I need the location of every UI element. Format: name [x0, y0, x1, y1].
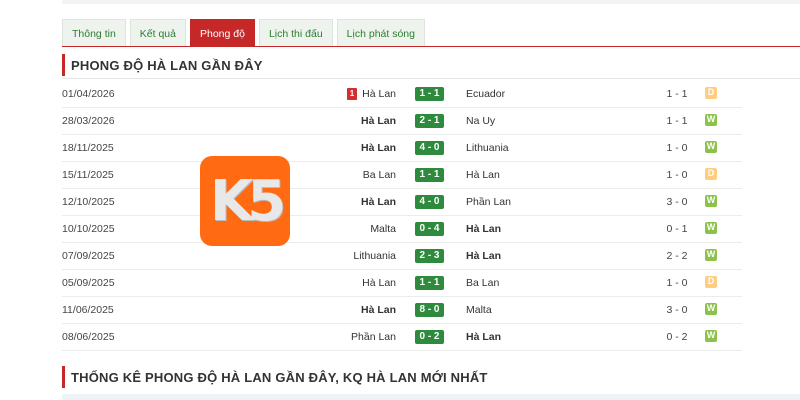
home-team[interactable]: Hà Lan [361, 297, 396, 323]
bottom-table-header [62, 394, 800, 400]
match-row[interactable]: 12/10/2025 Hà Lan 4 - 0 Phần Lan 3 - 0 W [62, 189, 742, 216]
k5-logo: K5 [200, 156, 290, 246]
home-team[interactable]: Hà Lan [362, 270, 396, 296]
match-date: 28/03/2026 [62, 115, 115, 127]
result-badge: W [705, 303, 717, 315]
half-time-score: 3 - 0 [666, 304, 688, 316]
score-badge[interactable]: 8 - 0 [415, 303, 444, 317]
away-team[interactable]: Phần Lan [466, 189, 511, 215]
match-date: 18/11/2025 [62, 142, 114, 154]
match-list: 01/04/2026 1 Hà Lan 1 - 1 Ecuador 1 - 1 D 28/03… [62, 81, 742, 351]
section-title-recent-form: PHONG ĐỘ HÀ LAN GẦN ĐÂY [62, 54, 263, 76]
tab-fixtures[interactable]: Lịch thi đấu [258, 19, 333, 47]
half-time-score: 3 - 0 [666, 196, 688, 208]
top-bar [62, 0, 800, 4]
section-title-statistics: THỐNG KÊ PHONG ĐỘ HÀ LAN GẦN ĐÂY, KQ HÀ … [62, 366, 488, 388]
match-date: 10/10/2025 [62, 223, 115, 235]
match-row[interactable]: 15/11/2025 Ba Lan 1 - 1 Hà Lan 1 - 0 D [62, 162, 742, 189]
score-badge[interactable]: 1 - 1 [415, 276, 444, 290]
match-row[interactable]: 10/10/2025 Malta 0 - 4 Hà Lan 0 - 1 W [62, 216, 742, 243]
home-team[interactable]: Lithuania [353, 243, 396, 269]
away-team[interactable]: Hà Lan [466, 162, 500, 188]
home-team[interactable]: Hà Lan [361, 135, 396, 161]
half-time-score: 1 - 0 [666, 169, 688, 181]
score-badge[interactable]: 2 - 3 [415, 249, 444, 263]
result-badge: W [705, 141, 717, 153]
result-badge: W [705, 114, 717, 126]
home-team[interactable]: Phần Lan [351, 324, 396, 350]
match-date: 01/04/2026 [62, 88, 115, 100]
half-time-score: 1 - 1 [666, 115, 688, 127]
logo-text: K5 [209, 168, 286, 234]
tab-broadcast[interactable]: Lịch phát sóng [336, 19, 425, 47]
home-team[interactable]: Ba Lan [363, 162, 396, 188]
tab-info[interactable]: Thông tin [62, 19, 126, 47]
result-badge: D [705, 87, 717, 99]
score-badge[interactable]: 1 - 1 [415, 87, 444, 101]
away-team[interactable]: Hà Lan [466, 243, 501, 269]
match-date: 08/06/2025 [62, 331, 115, 343]
home-team[interactable]: Hà Lan [361, 108, 396, 134]
match-row[interactable]: 05/09/2025 Hà Lan 1 - 1 Ba Lan 1 - 0 D [62, 270, 742, 297]
score-badge[interactable]: 4 - 0 [415, 141, 444, 155]
match-row[interactable]: 28/03/2026 Hà Lan 2 - 1 Na Uy 1 - 1 W [62, 108, 742, 135]
away-team[interactable]: Hà Lan [466, 216, 501, 242]
tab-bar: Thông tin Kết quả Phong độ Lịch thi đấu … [62, 19, 425, 47]
away-team[interactable]: Ba Lan [466, 270, 499, 296]
result-badge: W [705, 249, 717, 261]
away-team[interactable]: Na Uy [466, 108, 495, 134]
red-card-icon: 1 [347, 88, 357, 100]
match-date: 11/06/2025 [62, 304, 114, 316]
result-badge: D [705, 168, 717, 180]
half-time-score: 2 - 2 [666, 250, 688, 262]
match-row[interactable]: 08/06/2025 Phần Lan 0 - 2 Hà Lan 0 - 2 W [62, 324, 742, 351]
tab-results[interactable]: Kết quả [129, 19, 186, 47]
tab-form[interactable]: Phong độ [189, 19, 255, 47]
match-row[interactable]: 01/04/2026 1 Hà Lan 1 - 1 Ecuador 1 - 1 D [62, 81, 742, 108]
score-badge[interactable]: 0 - 4 [415, 222, 444, 236]
result-badge: W [705, 222, 717, 234]
away-team[interactable]: Hà Lan [466, 324, 501, 350]
score-badge[interactable]: 1 - 1 [415, 168, 444, 182]
match-row[interactable]: 18/11/2025 Hà Lan 4 - 0 Lithuania 1 - 0 W [62, 135, 742, 162]
match-date: 05/09/2025 [62, 277, 115, 289]
away-team[interactable]: Ecuador [466, 81, 505, 107]
half-time-score: 0 - 2 [666, 331, 688, 343]
result-badge: W [705, 195, 717, 207]
half-time-score: 1 - 0 [666, 277, 688, 289]
result-badge: W [705, 330, 717, 342]
score-badge[interactable]: 4 - 0 [415, 195, 444, 209]
half-time-score: 1 - 0 [666, 142, 688, 154]
match-date: 12/10/2025 [62, 196, 115, 208]
away-team[interactable]: Lithuania [466, 135, 509, 161]
score-badge[interactable]: 2 - 1 [415, 114, 444, 128]
home-team[interactable]: Malta [370, 216, 396, 242]
match-date: 15/11/2025 [62, 169, 114, 181]
match-date: 07/09/2025 [62, 250, 115, 262]
result-badge: D [705, 276, 717, 288]
home-team[interactable]: Hà Lan [361, 189, 396, 215]
half-time-score: 0 - 1 [666, 223, 688, 235]
match-row[interactable]: 07/09/2025 Lithuania 2 - 3 Hà Lan 2 - 2 W [62, 243, 742, 270]
tab-underline [62, 46, 800, 47]
away-team[interactable]: Malta [466, 297, 492, 323]
match-row[interactable]: 11/06/2025 Hà Lan 8 - 0 Malta 3 - 0 W [62, 297, 742, 324]
score-badge[interactable]: 0 - 2 [415, 330, 444, 344]
half-time-score: 1 - 1 [666, 88, 688, 100]
home-team[interactable]: Hà Lan [362, 81, 396, 107]
section-divider [62, 78, 800, 79]
